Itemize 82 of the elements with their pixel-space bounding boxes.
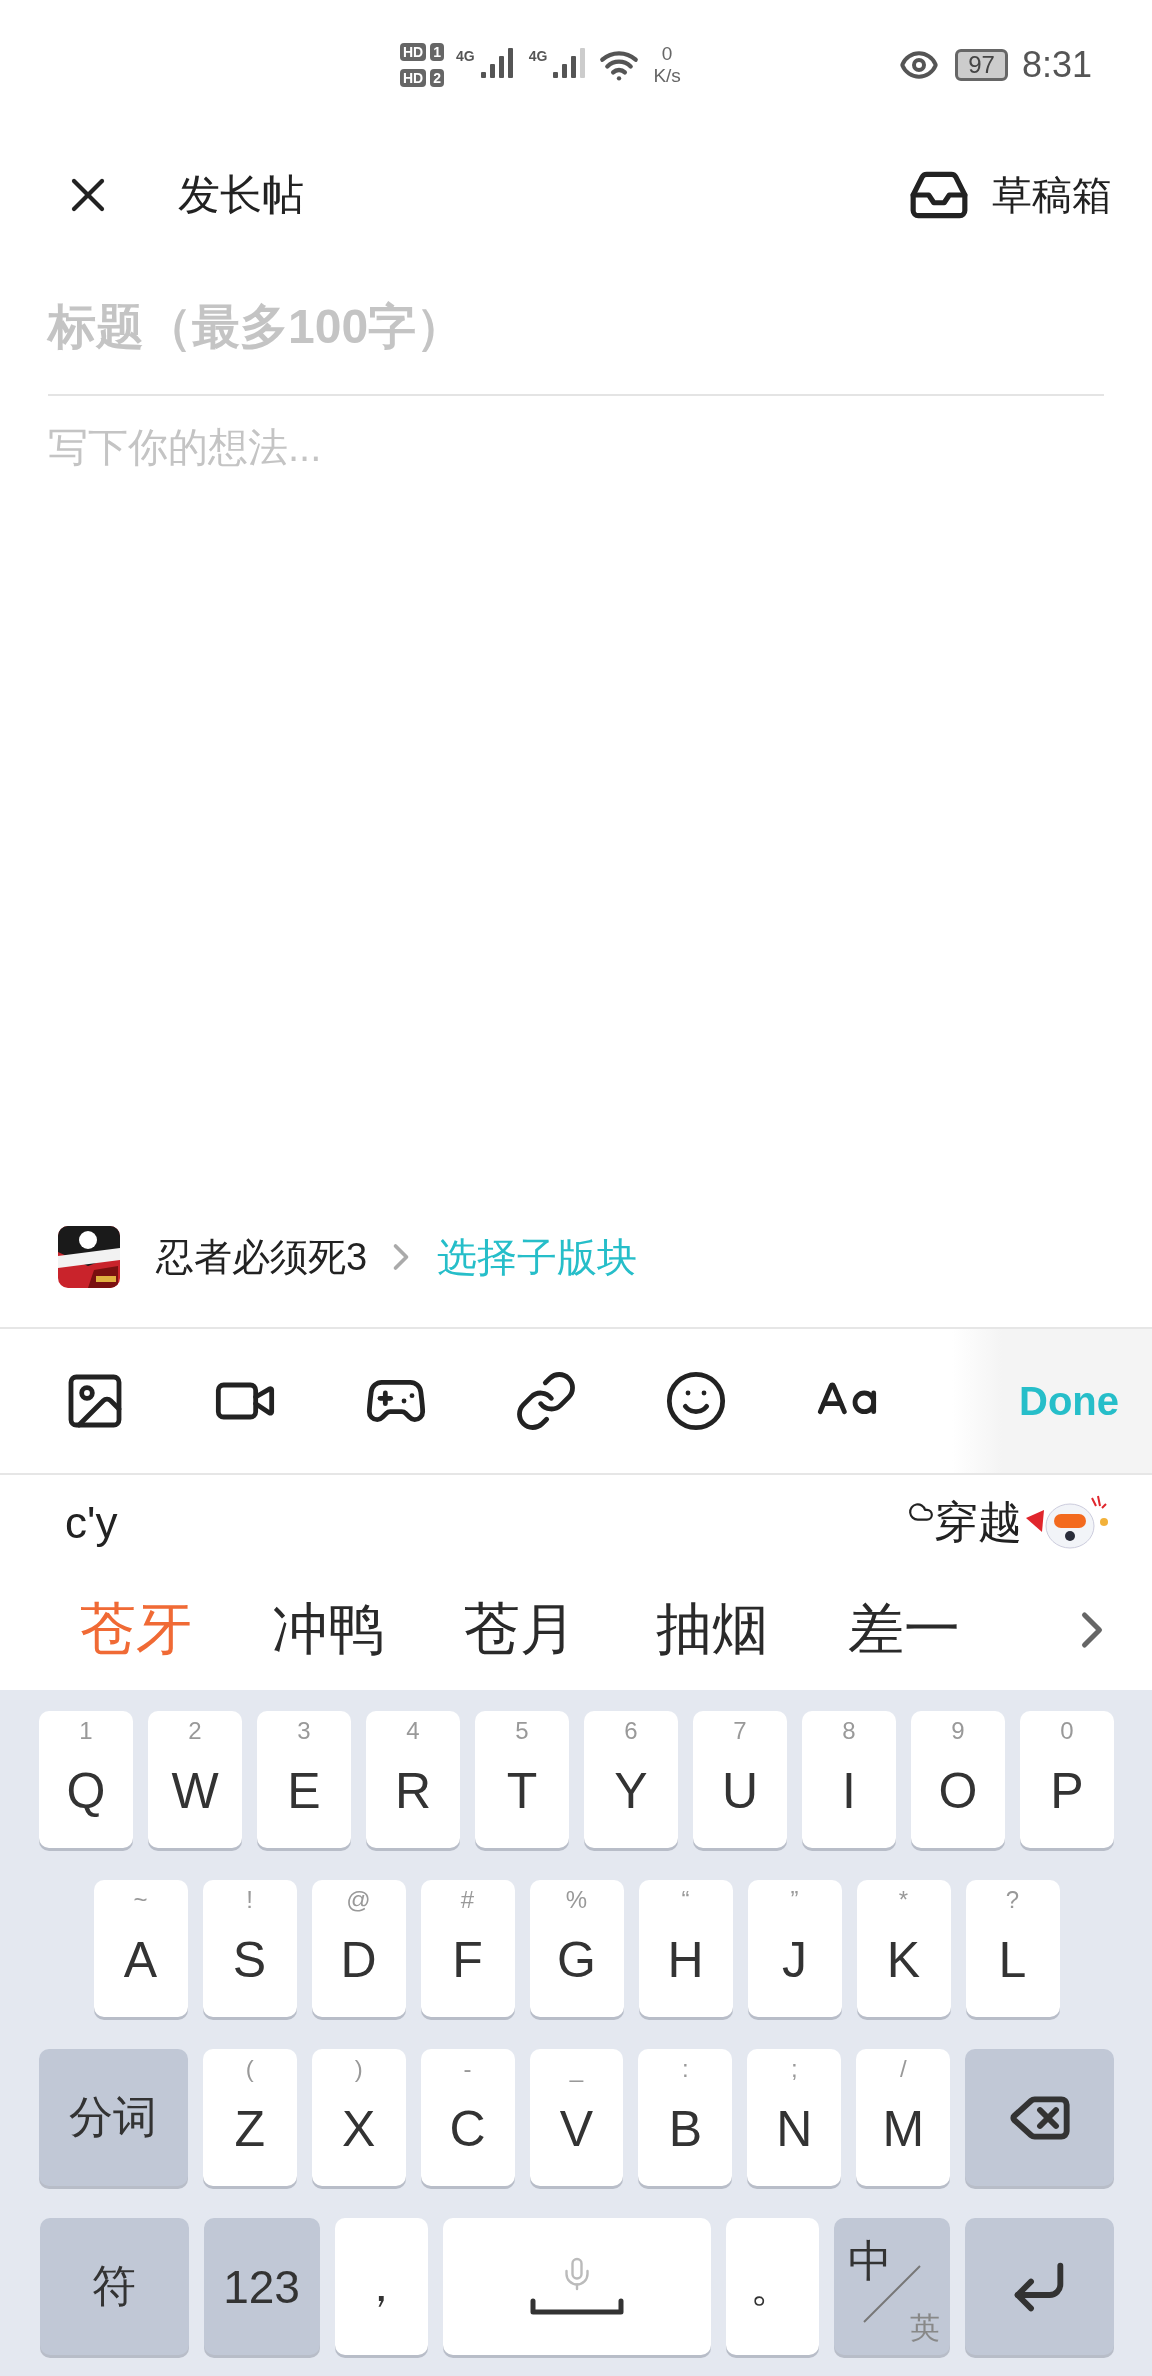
keyboard-key[interactable]: 8 I	[802, 1711, 896, 1848]
keyboard-key[interactable]: 4 R	[366, 1711, 460, 1848]
key-hint: 5	[514, 1717, 530, 1745]
keyboard-key[interactable]: “ H	[638, 1880, 733, 2017]
key-hint: 7	[732, 1717, 748, 1745]
candidate-word[interactable]: 抽烟	[656, 1592, 768, 1668]
keyboard-key[interactable]: ，	[334, 2218, 428, 2355]
key-hint: 6	[623, 1717, 639, 1745]
network-type: 4G	[528, 48, 548, 64]
pinyin-composition: c'y	[65, 1497, 118, 1548]
keyboard-key[interactable]: 0 P	[1020, 1711, 1114, 1848]
hd-badge: HD	[400, 43, 427, 61]
keyboard-key[interactable]: ( Z	[202, 2049, 297, 2186]
sim-badge: 2	[430, 69, 445, 87]
key-hint: 4	[405, 1717, 421, 1745]
key-hint: !	[245, 1886, 254, 1914]
key-hint: _	[568, 2055, 585, 2083]
key-hint: 0	[1059, 1717, 1075, 1745]
network-type: 4G	[456, 48, 475, 64]
keyboard-key[interactable]: * K	[856, 1880, 951, 2017]
space-bar-icon	[529, 2297, 624, 2318]
net-speed-unit: K/s	[653, 65, 681, 87]
sim-badge: 1	[430, 43, 445, 61]
key-hint: ?	[1004, 1886, 1021, 1914]
keyboard-key[interactable]: @ D	[311, 1880, 406, 2017]
battery-indicator: 97	[955, 49, 1008, 81]
key-hint: ”	[789, 1886, 800, 1914]
backspace-key[interactable]	[965, 2049, 1114, 2186]
key-hint: *	[897, 1886, 910, 1914]
keyboard-key[interactable]: ” J	[747, 1880, 842, 2017]
keyboard-key[interactable]: _ V	[529, 2049, 624, 2186]
keyboard-key[interactable]: - C	[420, 2049, 515, 2186]
candidate-word[interactable]: 苍月	[464, 1592, 576, 1668]
key-hint: 3	[296, 1717, 312, 1745]
keyboard-key[interactable]: ; N	[747, 2049, 842, 2186]
clock: 8:31	[1021, 44, 1092, 86]
key-sublabel: 英	[909, 2310, 940, 2346]
hd-badge: HD	[400, 69, 427, 87]
keyboard-key[interactable]: ! S	[202, 1880, 297, 2017]
keyboard-key[interactable]: 2 W	[148, 1711, 242, 1848]
keyboard-key[interactable]: ~ A	[93, 1880, 188, 2017]
key-hint: 2	[187, 1717, 203, 1745]
net-speed-value: 0	[661, 43, 673, 65]
language-switch-key[interactable]: 中 英	[833, 2218, 950, 2355]
key-label: 中	[847, 2235, 892, 2287]
candidate-word[interactable]: 冲鸭	[272, 1592, 384, 1668]
enter-key[interactable]	[964, 2218, 1114, 2355]
key-hint: 1	[78, 1717, 94, 1745]
keyboard-key[interactable]: 9 O	[911, 1711, 1005, 1848]
key-hint: ;	[789, 2055, 799, 2083]
key-hint: ~	[132, 1886, 149, 1914]
keyboard-key[interactable]: 1 Q	[39, 1711, 133, 1848]
keyboard-key[interactable]: 6 Y	[584, 1711, 678, 1848]
key-hint: 8	[841, 1717, 857, 1745]
drafts-button[interactable]: 草稿箱	[908, 164, 1112, 226]
page-title: 发长帖	[178, 170, 304, 220]
keyboard-key[interactable]: % G	[529, 1880, 624, 2017]
key-hint: )	[353, 2055, 364, 2083]
cloud-candidate[interactable]: 穿越	[908, 1493, 1022, 1552]
keyboard-key[interactable]: 7 U	[693, 1711, 787, 1848]
keyboard-key[interactable]: 分词	[39, 2049, 188, 2186]
key-hint: #	[459, 1886, 476, 1914]
key-hint: %	[564, 1886, 589, 1914]
key-hint: -	[462, 2055, 473, 2083]
keyboard-key[interactable]: 符	[39, 2218, 189, 2355]
candidate-word[interactable]: 差一	[848, 1592, 960, 1668]
forum-name: 忍者必须死3	[156, 1234, 368, 1280]
key-hint: “	[680, 1886, 691, 1914]
keyboard-key[interactable]: : B	[638, 2049, 733, 2186]
key-hint: /	[898, 2055, 908, 2083]
keyboard-key[interactable]: 3 E	[257, 1711, 351, 1848]
keyboard-key[interactable]: ? L	[965, 1880, 1060, 2017]
keyboard-key[interactable]: 123	[203, 2218, 320, 2355]
keyboard-key[interactable]: 5 T	[475, 1711, 569, 1848]
keyboard-key[interactable]: ) X	[311, 2049, 406, 2186]
keyboard-key[interactable]: 。	[725, 2218, 819, 2355]
key-hint: 9	[950, 1717, 966, 1745]
keyboard-key[interactable]: / M	[856, 2049, 951, 2186]
key-hint: @	[345, 1886, 372, 1914]
key-hint: (	[244, 2055, 255, 2083]
keyboard-key[interactable]: # F	[420, 1880, 515, 2017]
key-hint: :	[681, 2055, 690, 2083]
